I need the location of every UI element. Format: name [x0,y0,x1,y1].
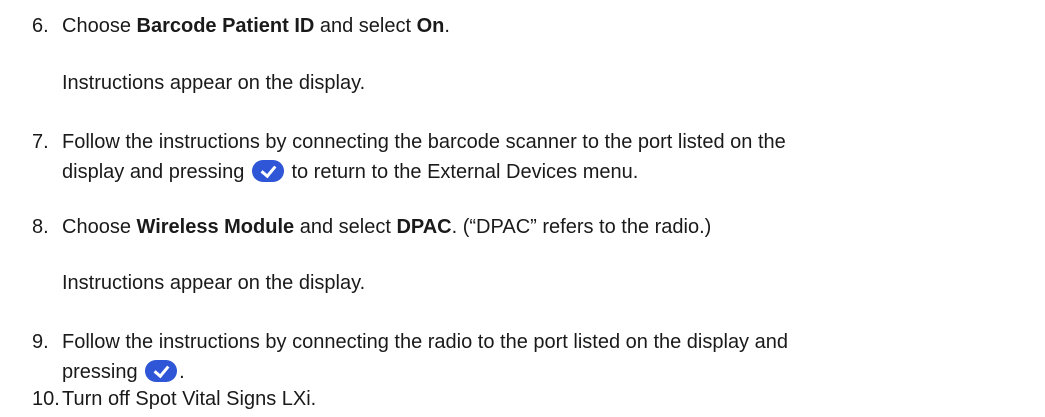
step-text: Choose Wireless Module and select DPAC. … [62,216,712,238]
step-number: 6. [32,15,49,37]
check-button-icon [251,160,284,182]
check-button-icon [145,360,178,382]
step-text: Turn off Spot Vital Signs LXi. [62,388,317,410]
instructions-page: 6. Choose Barcode Patient ID and select … [0,0,1045,417]
step-number: 7. [32,131,49,153]
step-text: Follow the instructions by connecting th… [62,131,786,183]
step-note: Instructions appear on the display. [62,272,366,294]
step-text: Follow the instructions by connecting th… [62,331,788,383]
step-number: 8. [32,216,49,238]
step-text: Choose Barcode Patient ID and select On. [62,15,450,37]
step-note: Instructions appear on the display. [62,72,366,94]
step-number: 9. [32,331,49,353]
step-number: 10. [32,388,60,410]
